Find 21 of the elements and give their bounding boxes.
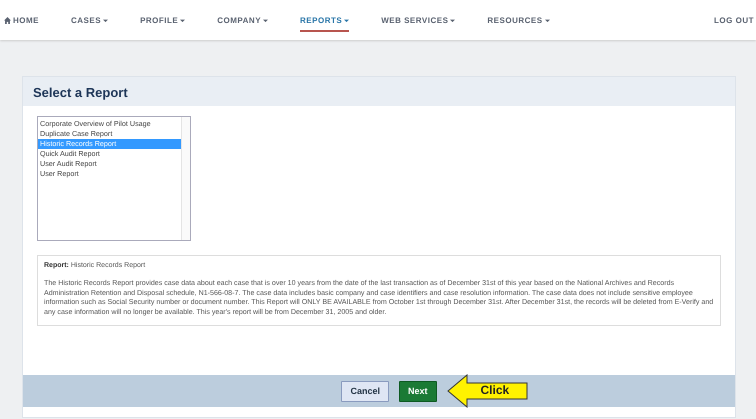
- nav-tab[interactable]: COMPANY: [217, 0, 268, 40]
- arrow-icon: [446, 374, 529, 408]
- logout-link[interactable]: LOG OUT: [714, 16, 756, 24]
- panel-title: Select a Report: [33, 85, 129, 100]
- caret-icon: [450, 18, 456, 22]
- nav-tab[interactable]: CASES: [71, 0, 108, 40]
- nav-tab[interactable]: REPORTS: [300, 0, 350, 40]
- nav-tab[interactable]: WEB SERVICES: [381, 0, 456, 40]
- caret-icon: [544, 18, 550, 22]
- home-icon: [4, 16, 11, 24]
- nav-tab[interactable]: PROFILE: [140, 0, 186, 40]
- scrollbar[interactable]: [181, 117, 190, 240]
- nav-tab[interactable]: RESOURCES: [487, 0, 550, 40]
- caret-icon: [344, 18, 350, 22]
- caret-icon: [103, 18, 108, 22]
- caret-icon: [180, 18, 186, 22]
- cancel-button[interactable]: Cancel: [341, 380, 389, 402]
- caret-icon: [263, 18, 268, 22]
- next-button[interactable]: Next: [399, 380, 437, 402]
- callout-label: Click: [480, 383, 510, 397]
- nav-tab[interactable]: HOME: [4, 0, 39, 40]
